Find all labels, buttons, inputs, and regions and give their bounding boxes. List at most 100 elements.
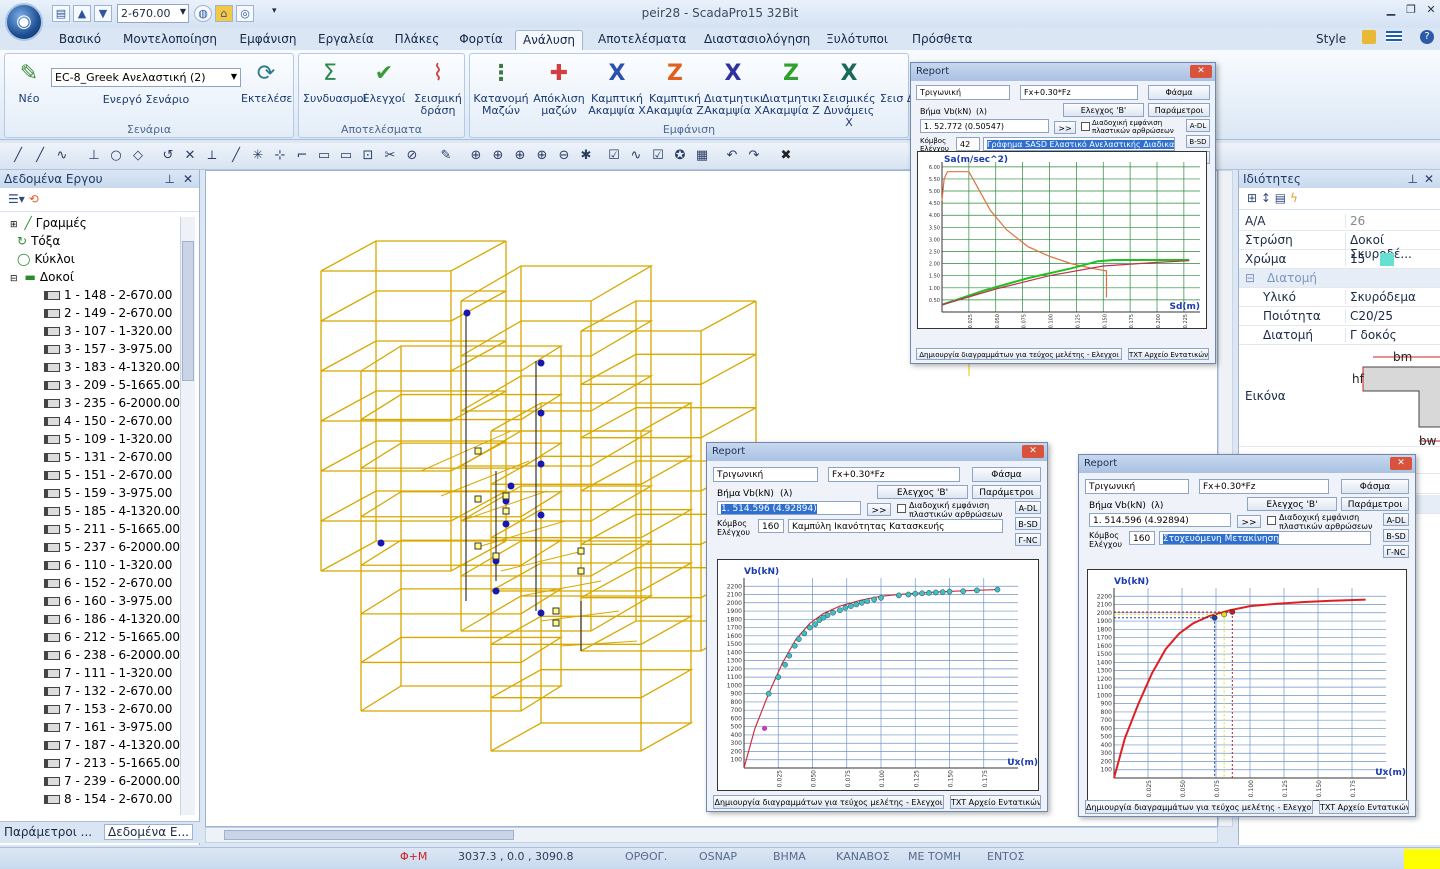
- zoom-in-icon[interactable]: ⊕: [466, 147, 486, 165]
- check-icon[interactable]: ☑: [604, 147, 624, 165]
- status-toggle[interactable]: ΟΡΘΟΓ.: [625, 850, 667, 863]
- zoom-plus-icon[interactable]: ⊕: [532, 147, 552, 165]
- plot-type-select[interactable]: Γράφημα SASD Ελαστικό Ανελαστικής Διαδικ…: [983, 137, 1175, 151]
- create-diagrams-button[interactable]: Δημιουργία διαγραμμάτων για τεύχος μελέτ…: [1085, 800, 1313, 814]
- distribution-select[interactable]: Τριγωνική: [713, 467, 818, 482]
- display-button-4[interactable]: X Διατμητική Ακαμψία X: [704, 58, 762, 117]
- step-select[interactable]: 1. 514.596 (4.92894): [1089, 513, 1231, 527]
- results-button-1[interactable]: ✔ Ελεγχοί: [357, 58, 411, 105]
- results-button-0[interactable]: Σ Συνδυασμοί: [303, 58, 367, 105]
- b-sd-button[interactable]: B-SD: [1383, 529, 1409, 542]
- hinge-node[interactable]: [502, 520, 510, 528]
- hinge-step-point[interactable]: [974, 587, 980, 594]
- next-step-button[interactable]: >>: [1237, 515, 1261, 528]
- report-window[interactable]: Report ✕ Τριγωνική Fx+0.30*Fz Φάσμα Βήμα Vb(kN…: [706, 442, 1048, 812]
- zoom-all-icon[interactable]: ⊕: [510, 147, 530, 165]
- parameters-button[interactable]: Παράμετροι: [972, 485, 1041, 499]
- hinge-step-point[interactable]: [801, 630, 808, 637]
- property-row[interactable]: Ποιότητα C20/25: [1239, 307, 1440, 326]
- plastic-hinge-marker[interactable]: [474, 542, 482, 550]
- next-step-button[interactable]: >>: [1054, 121, 1076, 134]
- clear-icon[interactable]: ⊘: [402, 147, 422, 165]
- hinge-node[interactable]: [537, 359, 545, 367]
- node-icon[interactable]: ⊹: [270, 147, 290, 165]
- spectrum-button[interactable]: Φάσμα: [1341, 479, 1409, 494]
- tab-10[interactable]: Πρόσθετα: [912, 30, 973, 50]
- redo-icon[interactable]: ↷: [744, 147, 764, 165]
- check-b-button[interactable]: Ελεγχος 'Β': [1063, 103, 1144, 117]
- status-toggle[interactable]: ΜΕ ΤΟΜΗ: [908, 850, 961, 863]
- hinge-node[interactable]: [507, 482, 515, 490]
- target-point[interactable]: [1211, 614, 1218, 621]
- zoom-minus-icon[interactable]: ⊖: [554, 147, 574, 165]
- hinge-node[interactable]: [492, 587, 500, 595]
- undo-icon[interactable]: ↶: [722, 147, 742, 165]
- step-select[interactable]: 1. 514.596 (4.92894): [717, 501, 861, 515]
- hinge-step-point[interactable]: [830, 609, 836, 616]
- check-b-button[interactable]: Ελεγχος 'Β': [877, 485, 968, 499]
- beam-tree-item[interactable]: 7 - 187 - 4-1320.00: [44, 738, 180, 756]
- b-sd-button[interactable]: B-SD: [1186, 135, 1210, 148]
- zoom-window-icon[interactable]: ⊕: [488, 147, 508, 165]
- txt-forces-button[interactable]: TXT Αρχείο Εντατικών: [1319, 800, 1409, 814]
- close-icon[interactable]: ✕: [1190, 65, 1212, 78]
- beam-tree-item[interactable]: 5 - 185 - 4-1320.00: [44, 504, 180, 522]
- parameters-button[interactable]: Παράμετροι: [1148, 103, 1210, 117]
- beam-tree-item[interactable]: 5 - 211 - 5-1665.00: [44, 522, 180, 540]
- close-icon[interactable]: ✕: [1390, 457, 1412, 470]
- g-nc-button[interactable]: Γ-NC: [1015, 533, 1041, 546]
- beam-tree-item[interactable]: 6 - 152 - 2-670.00: [44, 576, 172, 594]
- plastic-hinge-marker[interactable]: [502, 492, 510, 500]
- check-b-button[interactable]: Ελεγχος 'Β': [1247, 497, 1337, 511]
- run-button[interactable]: ⟳ Εκτελέσε: [241, 58, 292, 105]
- tree-scrollbar[interactable]: [180, 217, 195, 815]
- collapse-icon[interactable]: ⊟: [1245, 271, 1255, 285]
- property-section[interactable]: ⊟ Διατομή: [1239, 269, 1440, 288]
- restore-icon[interactable]: ❐: [1400, 3, 1422, 19]
- tab-1[interactable]: Μοντελοποίηση: [122, 30, 218, 50]
- beam-tree-item[interactable]: 8 - 154 - 2-670.00: [44, 792, 172, 810]
- target-point[interactable]: [1229, 609, 1236, 615]
- frame-icon[interactable]: ⊡: [358, 147, 378, 165]
- hinge-step-point[interactable]: [932, 589, 939, 596]
- beam-tree-item[interactable]: 7 - 213 - 5-1665.00: [44, 756, 180, 774]
- tree-node[interactable]: ↻ Τόξα: [10, 234, 60, 252]
- explode-icon[interactable]: ✳: [248, 147, 268, 165]
- hinge-step-point[interactable]: [761, 725, 768, 731]
- hinge-node[interactable]: [537, 460, 545, 468]
- b-sd-button[interactable]: B-SD: [1015, 517, 1041, 530]
- hinge-node[interactable]: [377, 539, 385, 547]
- tab-0[interactable]: Βασικό: [58, 30, 102, 50]
- report-titlebar[interactable]: Report ✕: [911, 63, 1215, 81]
- beam-tree-item[interactable]: 7 - 153 - 2-670.00: [44, 702, 172, 720]
- property-row[interactable]: Α/Α 26: [1239, 212, 1440, 231]
- verify-icon[interactable]: ☑: [648, 147, 668, 165]
- hinge-step-point[interactable]: [775, 674, 782, 680]
- report-titlebar[interactable]: Report ✕: [1079, 455, 1415, 473]
- beam-tree-item[interactable]: 3 - 235 - 6-2000.00: [44, 396, 180, 414]
- control-node-input[interactable]: 42: [956, 137, 980, 151]
- categorized-icon[interactable]: ⊞: [1247, 191, 1257, 205]
- plastic-hinge-marker[interactable]: [577, 547, 585, 555]
- tab-6[interactable]: Ανάλυση: [515, 30, 583, 50]
- hinge-step-point[interactable]: [994, 586, 1001, 593]
- beam-tree-item[interactable]: 6 - 160 - 3-975.00: [44, 594, 172, 612]
- hinge-step-point[interactable]: [791, 642, 798, 649]
- beam-tree-item[interactable]: 7 - 161 - 3-975.00: [44, 720, 172, 738]
- plastic-hinge-marker[interactable]: [552, 607, 560, 615]
- perpendicular-icon[interactable]: ⊥: [84, 147, 104, 165]
- step-select[interactable]: 1. 52.772 (0.50547): [920, 119, 1049, 133]
- beam-tree-item[interactable]: 5 - 131 - 2-670.00: [44, 450, 172, 468]
- tree-node[interactable]: ◯ Κύκλοι: [10, 252, 75, 270]
- close-icon[interactable]: ✕: [1424, 172, 1434, 186]
- tree-view-icon[interactable]: ☰▾: [8, 192, 25, 206]
- control-node-input[interactable]: 160: [758, 519, 784, 533]
- hinge-step-point[interactable]: [848, 603, 854, 609]
- hinge-step-point[interactable]: [782, 661, 788, 668]
- pin-icon[interactable]: ⊥: [165, 172, 175, 186]
- hinge-step-point[interactable]: [895, 592, 902, 599]
- close-icon[interactable]: ✕: [1022, 445, 1044, 458]
- sequential-hinges-checkbox[interactable]: [897, 504, 906, 513]
- hinge-step-point[interactable]: [824, 612, 831, 619]
- hinge-step-point[interactable]: [871, 596, 877, 603]
